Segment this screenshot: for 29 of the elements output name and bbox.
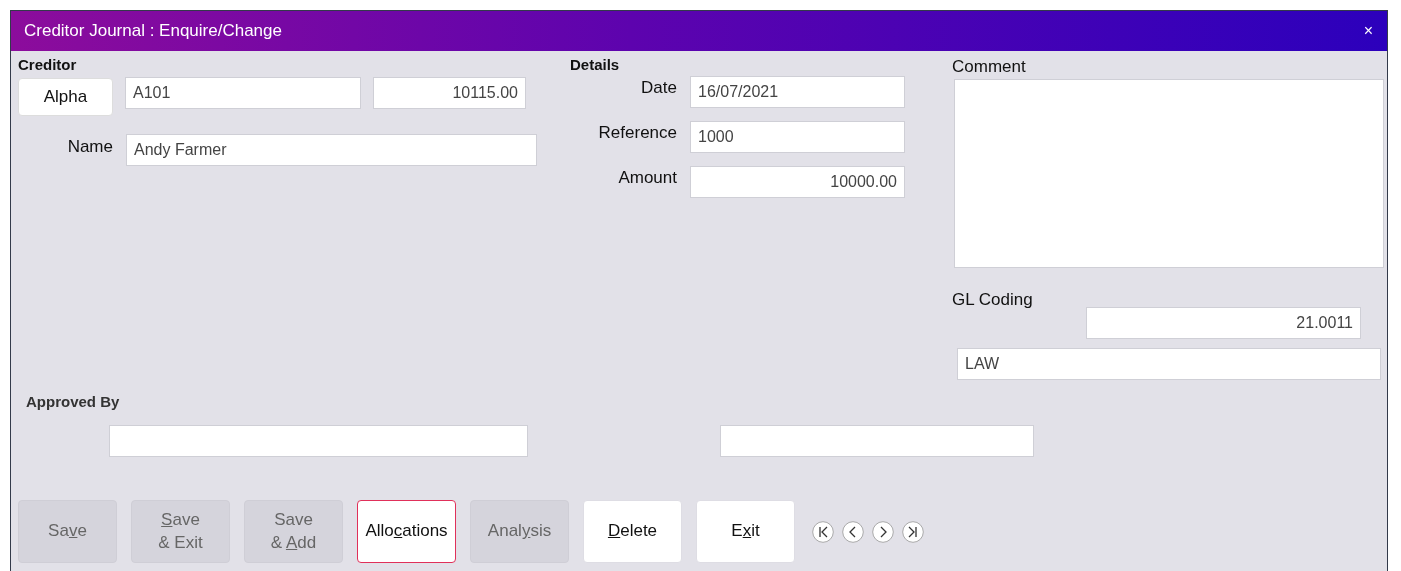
input-field[interactable]: 16/07/2021 [690, 76, 905, 108]
input-field[interactable] [109, 425, 528, 457]
last-record-icon[interactable] [902, 520, 924, 543]
section-heading: Details [570, 56, 621, 74]
section-heading: Approved By [26, 393, 121, 411]
input-field[interactable]: A101 [125, 77, 361, 109]
field-label: Reference [597, 123, 677, 143]
action-button[interactable]: Allocations [357, 500, 456, 563]
first-record-icon[interactable] [812, 520, 834, 543]
input-field[interactable]: LAW [957, 348, 1381, 380]
next-record-icon[interactable] [872, 520, 894, 543]
action-button[interactable]: Exit [696, 500, 795, 563]
close-button[interactable]: × [1361, 22, 1375, 40]
input-field[interactable] [720, 425, 1034, 457]
input-field[interactable]: 1000 [690, 121, 905, 153]
section-heading: Creditor [18, 56, 78, 74]
window-title: Creditor Journal : Enquire/Change [24, 21, 282, 41]
input-field[interactable]: 21.0011 [1086, 307, 1361, 339]
field-label: Amount [617, 168, 677, 188]
previous-record-icon[interactable] [842, 520, 864, 543]
input-field[interactable]: Andy Farmer [126, 134, 537, 166]
input-field[interactable]: 10115.00 [373, 77, 526, 109]
lookup-button[interactable]: Alpha [18, 78, 113, 116]
input-field[interactable]: 10000.00 [690, 166, 905, 198]
field-label: Name [66, 137, 113, 157]
action-button[interactable]: Delete [583, 500, 682, 563]
field-label: Date [640, 78, 677, 98]
field-label: GL Coding [952, 290, 1034, 310]
field-label: Comment [952, 57, 1027, 77]
